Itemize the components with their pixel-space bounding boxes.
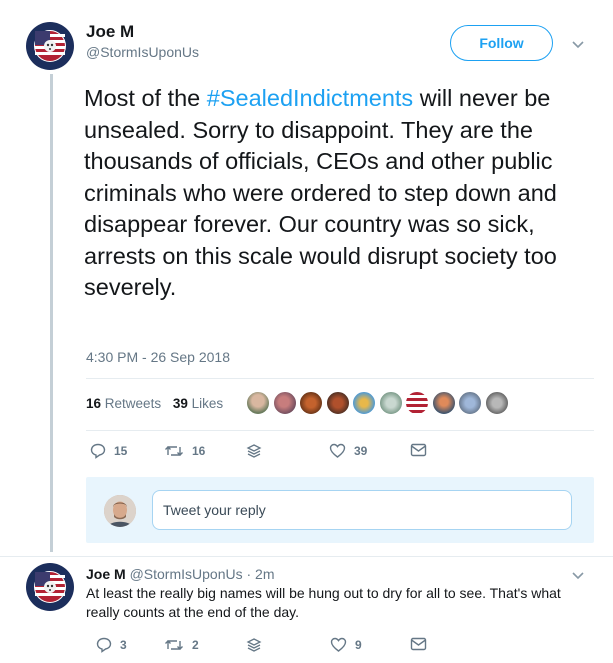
reply-direct-message-button[interactable] [246,637,262,653]
retweet-count: 16 [192,444,206,458]
reply-retweet-count: 2 [192,638,199,652]
heart-icon [330,637,347,652]
liker-avatar[interactable] [431,391,456,415]
liker-avatar[interactable] [246,391,270,415]
reply-author-meta[interactable]: @StormIsUponUs · 2m [130,566,275,582]
author-handle[interactable]: @StormIsUponUs [86,44,199,60]
liker-avatar[interactable] [405,391,429,415]
current-user-avatar[interactable] [104,495,136,527]
likes-label: Likes [191,396,224,411]
envelope-icon [410,443,427,457]
reply-like-count: 9 [355,638,362,652]
tweet-text: Most of the #SealedIndictments will neve… [84,83,594,304]
likes-stat-link[interactable]: 39 Likes [173,396,223,411]
retweets-stat-link[interactable]: 16 Retweets [86,396,161,411]
message-button[interactable] [410,443,427,457]
liker-avatar[interactable] [272,391,297,415]
reply-header: Joe M @StormIsUponUs · 2m [86,566,275,582]
like-button[interactable]: 39 [329,443,367,459]
heart-icon [329,443,346,458]
divider [86,378,594,379]
liker-avatar[interactable] [325,391,350,415]
speech-bubble-icon [90,443,106,459]
retweets-label: Retweets [104,396,162,411]
direct-message-button[interactable] [246,443,262,459]
hashtag-link[interactable]: #SealedIndictments [207,85,413,111]
reply-reply-button[interactable]: 3 [96,637,127,653]
tweet-text-before: Most of the [84,85,207,111]
retweets-count: 16 [86,396,102,411]
made-in-usa-seal-icon [24,20,76,72]
reply-retweet-button[interactable]: 2 [164,637,199,653]
tweet-timestamp[interactable]: 4:30 PM - 26 Sep 2018 [86,349,230,365]
reply-author-avatar[interactable] [24,561,76,613]
layers-icon [246,444,262,458]
liker-avatar[interactable] [299,391,323,415]
thread-connector-line [50,74,53,552]
reply-like-button[interactable]: 9 [330,637,362,653]
made-in-usa-seal-icon [24,561,76,613]
tweet-text-after: will never be unsealed. Sorry to disappo… [84,85,557,300]
liker-avatar[interactable] [484,391,509,415]
liker-avatars [246,391,511,415]
reply-author-name[interactable]: Joe M [86,566,126,582]
reply-input[interactable] [152,490,572,530]
divider [86,430,594,431]
tweet-stats: 16 Retweets 39 Likes [86,396,231,411]
reply-count: 15 [114,444,128,458]
envelope-icon [410,637,427,651]
tweet-menu-chevron-down-icon[interactable] [571,38,585,52]
likes-count: 39 [172,396,188,411]
layers-icon [246,638,262,652]
retweet-button[interactable]: 16 [164,443,205,459]
reply-message-button[interactable] [410,637,427,651]
divider [0,556,613,557]
retweet-arrows-icon [165,640,183,650]
speech-bubble-icon [96,637,112,653]
liker-avatar[interactable] [352,391,376,415]
liker-avatar[interactable] [458,391,482,415]
author-avatar[interactable] [24,20,76,72]
reply-composer [86,477,594,543]
liker-avatar[interactable] [378,391,403,415]
reply-text: At least the really big names will be hu… [86,585,561,620]
author-name[interactable]: Joe M [86,22,134,42]
user-photo-icon [104,495,136,527]
follow-button[interactable]: Follow [450,25,553,61]
retweet-arrows-icon [165,446,183,456]
reply-reply-count: 3 [120,638,127,652]
like-count: 39 [354,444,368,458]
reply-menu-chevron-down-icon[interactable] [571,569,585,583]
reply-button[interactable]: 15 [90,443,127,459]
